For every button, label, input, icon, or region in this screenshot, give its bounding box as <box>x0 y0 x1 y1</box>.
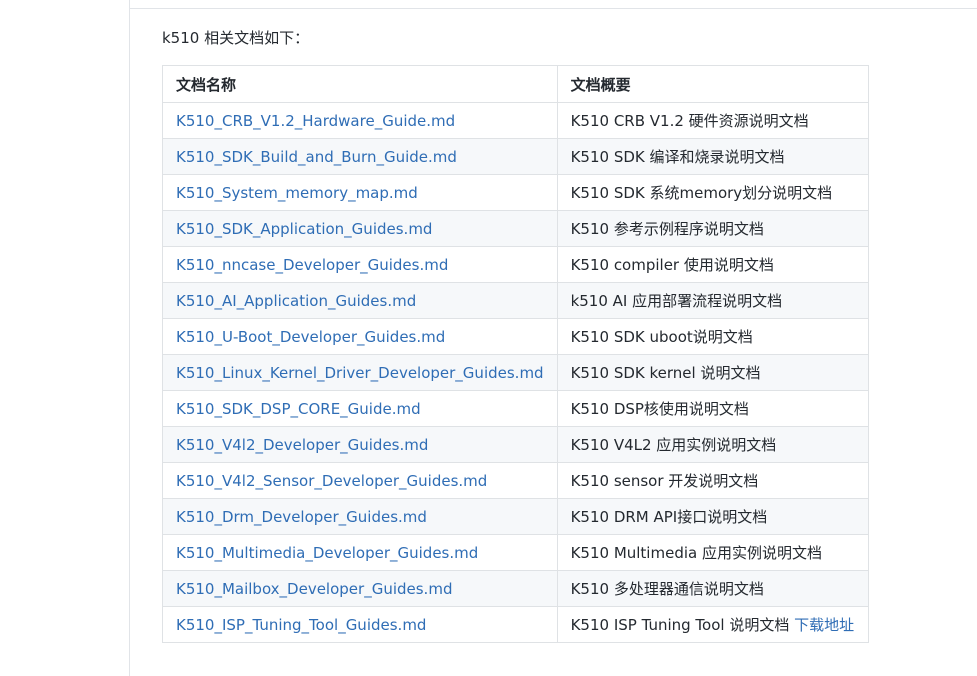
doc-link[interactable]: K510_AI_Application_Guides.md <box>176 292 416 310</box>
table-row: K510_Multimedia_Developer_Guides.md K510… <box>162 534 869 571</box>
doc-summary: K510 SDK 编译和烧录说明文档 <box>556 138 869 175</box>
table-row: K510_Linux_Kernel_Driver_Developer_Guide… <box>162 354 869 391</box>
doc-link[interactable]: K510_CRB_V1.2_Hardware_Guide.md <box>176 112 455 130</box>
doc-link[interactable]: K510_SDK_Build_and_Burn_Guide.md <box>176 148 457 166</box>
doc-summary: K510 SDK kernel 说明文档 <box>556 354 869 391</box>
download-link[interactable]: 下载地址 <box>794 616 854 634</box>
doc-link[interactable]: K510_Multimedia_Developer_Guides.md <box>176 544 478 562</box>
table-header-row: 文档名称 文档概要 <box>162 65 869 103</box>
table-row: K510_CRB_V1.2_Hardware_Guide.md K510 CRB… <box>162 102 869 139</box>
doc-link[interactable]: K510_ISP_Tuning_Tool_Guides.md <box>176 616 426 634</box>
doc-link[interactable]: K510_Linux_Kernel_Driver_Developer_Guide… <box>176 364 544 382</box>
doc-summary: K510 DRM API接口说明文档 <box>556 498 869 535</box>
doc-summary: K510 compiler 使用说明文档 <box>556 246 869 283</box>
doc-summary: K510 SDK 系统memory划分说明文档 <box>556 174 869 211</box>
table-row: K510_System_memory_map.md K510 SDK 系统mem… <box>162 174 869 211</box>
doc-summary: K510 sensor 开发说明文档 <box>556 462 869 499</box>
page: k510 相关文档如下： 文档名称 文档概要 K510_CRB_V1.2_Har… <box>0 0 977 676</box>
doc-link[interactable]: K510_U-Boot_Developer_Guides.md <box>176 328 445 346</box>
doc-summary: K510 CRB V1.2 硬件资源说明文档 <box>556 102 869 139</box>
doc-summary-cell: K510 ISP Tuning Tool 说明文档 下载地址 <box>556 606 869 643</box>
table-row: K510_nncase_Developer_Guides.md K510 com… <box>162 246 869 283</box>
table-row: K510_ISP_Tuning_Tool_Guides.md K510 ISP … <box>162 606 869 643</box>
doc-summary: K510 DSP核使用说明文档 <box>556 390 869 427</box>
table-row: K510_U-Boot_Developer_Guides.md K510 SDK… <box>162 318 869 355</box>
table-row: K510_AI_Application_Guides.md k510 AI 应用… <box>162 282 869 319</box>
doc-summary: K510 ISP Tuning Tool 说明文档 <box>570 616 790 634</box>
left-divider <box>129 0 130 676</box>
intro-text: k510 相关文档如下： <box>162 29 310 47</box>
table-row: K510_Mailbox_Developer_Guides.md K510 多处… <box>162 570 869 607</box>
doc-summary: K510 V4L2 应用实例说明文档 <box>556 426 869 463</box>
doc-link[interactable]: K510_SDK_Application_Guides.md <box>176 220 432 238</box>
table-row: K510_SDK_Build_and_Burn_Guide.md K510 SD… <box>162 138 869 175</box>
table-row: K510_V4l2_Sensor_Developer_Guides.md K51… <box>162 462 869 499</box>
doc-summary: K510 SDK uboot说明文档 <box>556 318 869 355</box>
table-row: K510_Drm_Developer_Guides.md K510 DRM AP… <box>162 498 869 535</box>
doc-link[interactable]: K510_Drm_Developer_Guides.md <box>176 508 427 526</box>
doc-link[interactable]: K510_Mailbox_Developer_Guides.md <box>176 580 452 598</box>
table-row: K510_V4l2_Developer_Guides.md K510 V4L2 … <box>162 426 869 463</box>
header-doc-name: 文档名称 <box>162 65 558 103</box>
table-row: K510_SDK_DSP_CORE_Guide.md K510 DSP核使用说明… <box>162 390 869 427</box>
doc-link[interactable]: K510_SDK_DSP_CORE_Guide.md <box>176 400 421 418</box>
docs-table: 文档名称 文档概要 K510_CRB_V1.2_Hardware_Guide.m… <box>162 65 869 643</box>
top-divider <box>130 8 977 9</box>
doc-link[interactable]: K510_nncase_Developer_Guides.md <box>176 256 448 274</box>
table-row: K510_SDK_Application_Guides.md K510 参考示例… <box>162 210 869 247</box>
doc-link[interactable]: K510_System_memory_map.md <box>176 184 418 202</box>
doc-summary: K510 Multimedia 应用实例说明文档 <box>556 534 869 571</box>
doc-link[interactable]: K510_V4l2_Developer_Guides.md <box>176 436 428 454</box>
doc-summary: K510 多处理器通信说明文档 <box>556 570 869 607</box>
doc-summary: k510 AI 应用部署流程说明文档 <box>556 282 869 319</box>
doc-summary: K510 参考示例程序说明文档 <box>556 210 869 247</box>
doc-link[interactable]: K510_V4l2_Sensor_Developer_Guides.md <box>176 472 487 490</box>
header-doc-summary: 文档概要 <box>556 65 869 103</box>
